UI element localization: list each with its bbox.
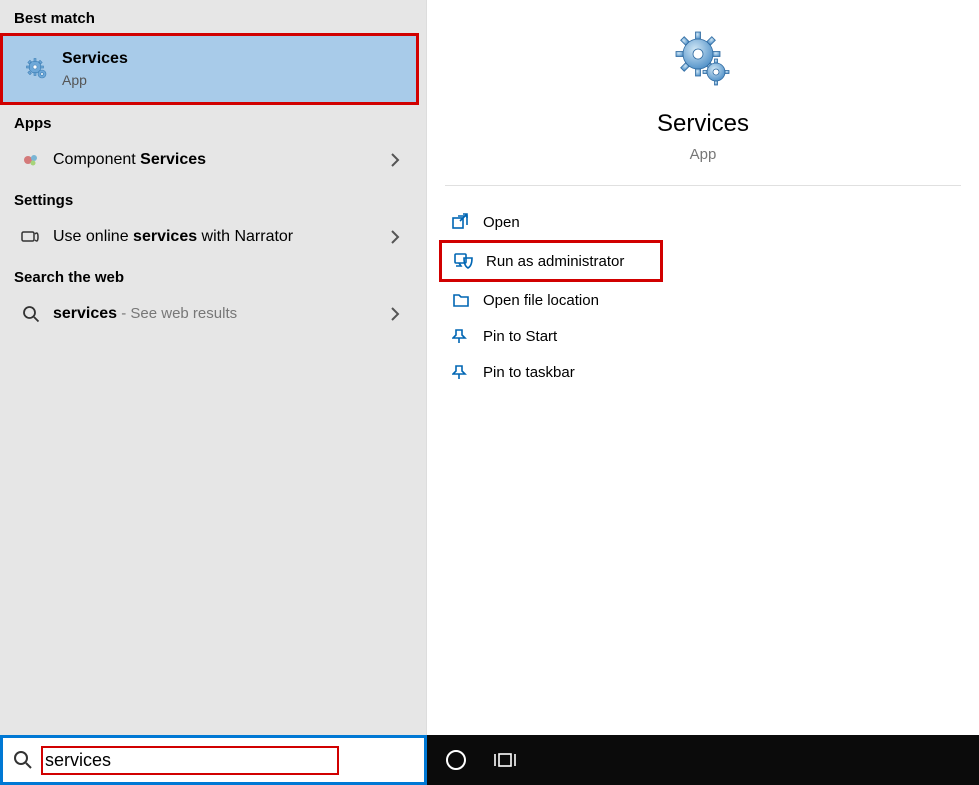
action-run-as-admin[interactable]: Run as administrator bbox=[439, 240, 663, 282]
result-narrator-services[interactable]: Use online services with Narrator bbox=[0, 215, 426, 259]
action-label: Open file location bbox=[483, 292, 599, 309]
search-results-panel: Best match bbox=[0, 0, 427, 735]
taskbar-buttons bbox=[427, 735, 979, 785]
action-label: Pin to Start bbox=[483, 328, 557, 345]
action-open[interactable]: Open bbox=[439, 204, 967, 240]
result-title: Services bbox=[62, 50, 128, 68]
action-label: Open bbox=[483, 214, 520, 231]
search-icon bbox=[13, 750, 33, 770]
action-list: Open Run as administrator Open file loca… bbox=[427, 186, 979, 408]
result-subtitle: App bbox=[62, 72, 128, 88]
chevron-right-icon bbox=[390, 229, 410, 245]
gear-icon bbox=[674, 30, 732, 88]
result-web-search[interactable]: services - See web results bbox=[0, 292, 426, 336]
pin-icon bbox=[447, 363, 475, 381]
result-label: Use online services with Narrator bbox=[53, 228, 390, 246]
web-header: Search the web bbox=[0, 259, 426, 292]
component-icon bbox=[16, 151, 46, 169]
preview-subtitle: App bbox=[690, 146, 717, 163]
search-box[interactable] bbox=[0, 735, 427, 785]
search-input[interactable] bbox=[45, 750, 277, 771]
narrator-icon bbox=[16, 228, 46, 246]
task-view-icon[interactable] bbox=[493, 750, 517, 770]
preview-title: Services bbox=[657, 110, 749, 138]
pin-icon bbox=[447, 327, 475, 345]
chevron-right-icon bbox=[390, 152, 410, 168]
search-icon bbox=[16, 305, 46, 323]
result-component-services[interactable]: Component Services bbox=[0, 138, 426, 182]
best-match-header: Best match bbox=[0, 0, 426, 33]
search-input-highlight bbox=[41, 746, 339, 775]
gear-icon bbox=[19, 57, 55, 81]
cortana-icon[interactable] bbox=[445, 749, 467, 771]
action-pin-to-taskbar[interactable]: Pin to taskbar bbox=[439, 354, 967, 390]
result-label: Component Services bbox=[53, 151, 390, 169]
action-label: Run as administrator bbox=[486, 253, 624, 270]
action-label: Pin to taskbar bbox=[483, 364, 575, 381]
shield-icon bbox=[450, 252, 478, 270]
open-icon bbox=[447, 213, 475, 231]
settings-header: Settings bbox=[0, 182, 426, 215]
preview-panel: Services App Open Run as administrator bbox=[427, 0, 979, 735]
apps-header: Apps bbox=[0, 105, 426, 138]
result-label: services - See web results bbox=[53, 305, 390, 323]
result-services-app[interactable]: Services App bbox=[0, 33, 419, 105]
chevron-right-icon bbox=[390, 306, 410, 322]
action-pin-to-start[interactable]: Pin to Start bbox=[439, 318, 967, 354]
folder-icon bbox=[447, 291, 475, 309]
action-open-file-location[interactable]: Open file location bbox=[439, 282, 967, 318]
taskbar bbox=[0, 735, 979, 785]
